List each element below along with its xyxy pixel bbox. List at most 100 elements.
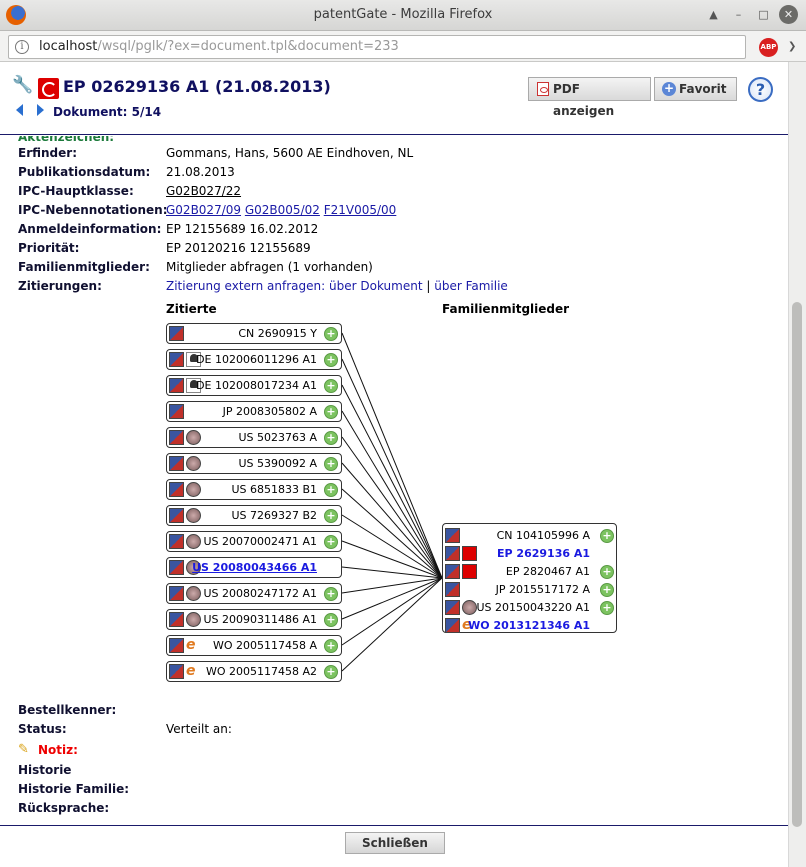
add-plus-icon[interactable]: + bbox=[324, 431, 338, 445]
pdf-button[interactable]: PDF anzeigen bbox=[528, 77, 651, 118]
add-plus-icon[interactable]: + bbox=[324, 587, 338, 601]
add-plus-icon[interactable]: + bbox=[600, 583, 614, 597]
field-value: Verteilt an: bbox=[166, 722, 232, 736]
family-document-number: CN 104105996 A bbox=[496, 529, 590, 542]
add-plus-icon[interactable]: + bbox=[600, 529, 614, 543]
next-document-icon[interactable] bbox=[37, 104, 44, 116]
cited-document[interactable]: DE 102006011296 A1 + bbox=[166, 349, 342, 370]
citation-link-line bbox=[341, 384, 443, 579]
page: 🔧 EP 02629136 A1 (21.08.2013) Dokument: … bbox=[0, 62, 806, 867]
cited-document[interactable]: e WO 2005117458 A2 + bbox=[166, 661, 342, 682]
family-member[interactable]: EP 2820467 A1 + bbox=[443, 563, 618, 581]
ep-office-icon bbox=[462, 564, 477, 579]
field-label: Historie bbox=[18, 763, 72, 777]
favorite-button[interactable]: + Favorit bbox=[654, 77, 737, 101]
cited-document-number[interactable]: US 20080043466 A1 bbox=[192, 561, 317, 574]
wrench-icon[interactable]: 🔧 bbox=[12, 75, 33, 95]
url-text[interactable]: localhost/wsql/pglk/?ex=document.tpl&doc… bbox=[39, 39, 399, 54]
citation-link-line bbox=[341, 577, 443, 594]
ep-office-icon bbox=[462, 546, 477, 561]
cited-document[interactable]: e WO 2005117458 A + bbox=[166, 635, 342, 656]
page-title: EP 02629136 A1 (21.08.2013) bbox=[63, 77, 331, 96]
add-plus-icon[interactable]: + bbox=[324, 457, 338, 471]
add-plus-icon[interactable]: + bbox=[324, 665, 338, 679]
us-office-icon bbox=[186, 534, 201, 549]
cited-document[interactable]: US 20090311486 A1 + bbox=[166, 609, 342, 630]
cited-document[interactable]: DE 102008017234 A1 + bbox=[166, 375, 342, 396]
field-label: Rücksprache: bbox=[18, 801, 110, 815]
pencil-icon[interactable]: ✎ bbox=[18, 742, 29, 757]
add-plus-icon[interactable]: + bbox=[600, 601, 614, 615]
ep-register-icon bbox=[169, 378, 184, 393]
add-plus-icon[interactable]: + bbox=[324, 353, 338, 367]
document-details: Aktenzeichen: Erfinder: Gommans, Hans, 5… bbox=[0, 136, 788, 824]
ep-register-icon bbox=[169, 404, 184, 419]
family-member[interactable]: EP 2629136 A1 bbox=[443, 545, 618, 563]
family-document-number: EP 2820467 A1 bbox=[505, 565, 590, 578]
cited-document-number: JP 2008305802 A bbox=[222, 405, 317, 418]
us-office-icon bbox=[186, 586, 201, 601]
pdf-button-label: PDF anzeigen bbox=[553, 82, 615, 118]
us-office-icon bbox=[186, 508, 201, 523]
cited-document[interactable]: US 5023763 A + bbox=[166, 427, 342, 448]
field-label: Status: bbox=[18, 722, 67, 736]
citation-link-line bbox=[341, 332, 443, 579]
add-plus-icon[interactable]: + bbox=[324, 379, 338, 393]
us-office-icon bbox=[186, 482, 201, 497]
us-office-icon bbox=[186, 456, 201, 471]
field-label: Bestellkenner: bbox=[18, 703, 117, 717]
pdf-icon bbox=[537, 82, 549, 96]
ep-register-icon bbox=[169, 586, 184, 601]
family-document-number[interactable]: EP 2629136 A1 bbox=[497, 547, 590, 560]
cited-document[interactable]: US 6851833 B1 + bbox=[166, 479, 342, 500]
family-document-number[interactable]: WO 2013121346 A1 bbox=[468, 619, 590, 632]
ep-register-icon bbox=[169, 482, 184, 497]
add-plus-icon[interactable]: + bbox=[324, 535, 338, 549]
window-minimize-icon[interactable]: – bbox=[729, 5, 748, 24]
cited-document[interactable]: JP 2008305802 A + bbox=[166, 401, 342, 422]
prev-document-icon[interactable] bbox=[16, 104, 23, 116]
family-document-number: US 20150043220 A1 bbox=[476, 601, 590, 614]
family-member[interactable]: e WO 2013121346 A1 bbox=[443, 617, 618, 635]
add-plus-icon[interactable]: + bbox=[324, 483, 338, 497]
family-member[interactable]: JP 2015517172 A + bbox=[443, 581, 618, 599]
family-document-number: JP 2015517172 A bbox=[495, 583, 590, 596]
help-icon[interactable]: ? bbox=[748, 77, 773, 102]
add-plus-icon[interactable]: + bbox=[324, 327, 338, 341]
cited-document-number: US 20070002471 A1 bbox=[203, 535, 317, 548]
cited-document[interactable]: CN 2690915 Y + bbox=[166, 323, 342, 344]
ep-register-icon bbox=[169, 430, 184, 445]
window-maximize-icon[interactable]: □ bbox=[754, 5, 773, 24]
wo-office-icon: e bbox=[186, 637, 196, 653]
cited-document[interactable]: US 20080247172 A1 + bbox=[166, 583, 342, 604]
plus-icon: + bbox=[662, 81, 676, 96]
close-button[interactable]: Schließen bbox=[345, 832, 445, 854]
field-label: Historie Familie: bbox=[18, 782, 129, 796]
family-member[interactable]: CN 104105996 A + bbox=[443, 527, 618, 545]
window-close-icon[interactable]: ✕ bbox=[779, 5, 798, 24]
window-up-icon[interactable]: ▲ bbox=[704, 5, 723, 24]
nav-more-icon[interactable]: ❯ bbox=[788, 41, 796, 52]
add-plus-icon[interactable]: + bbox=[600, 565, 614, 579]
adblock-icon[interactable]: ABP bbox=[759, 38, 778, 57]
add-plus-icon[interactable]: + bbox=[324, 613, 338, 627]
cited-document[interactable]: US 20070002471 A1 + bbox=[166, 531, 342, 552]
us-office-icon bbox=[462, 600, 477, 615]
ep-register-icon bbox=[169, 352, 184, 367]
scrollbar-thumb[interactable] bbox=[792, 302, 802, 827]
ep-register-icon bbox=[445, 618, 460, 633]
cited-document[interactable]: US 7269327 B2 + bbox=[166, 505, 342, 526]
cited-document[interactable]: US 5390092 A + bbox=[166, 453, 342, 474]
us-office-icon bbox=[186, 430, 201, 445]
url-bar[interactable]: i localhost/wsql/pglk/?ex=document.tpl&d… bbox=[8, 35, 746, 59]
field-label[interactable]: Notiz: bbox=[38, 743, 78, 757]
scrollbar[interactable] bbox=[788, 62, 806, 867]
favorite-button-label: Favorit bbox=[679, 82, 727, 96]
info-icon[interactable]: i bbox=[15, 40, 29, 54]
add-plus-icon[interactable]: + bbox=[324, 405, 338, 419]
add-plus-icon[interactable]: + bbox=[324, 509, 338, 523]
add-plus-icon[interactable]: + bbox=[324, 639, 338, 653]
family-member[interactable]: US 20150043220 A1 + bbox=[443, 599, 618, 617]
ep-register-icon bbox=[169, 534, 184, 549]
cited-document[interactable]: US 20080043466 A1 bbox=[166, 557, 342, 578]
